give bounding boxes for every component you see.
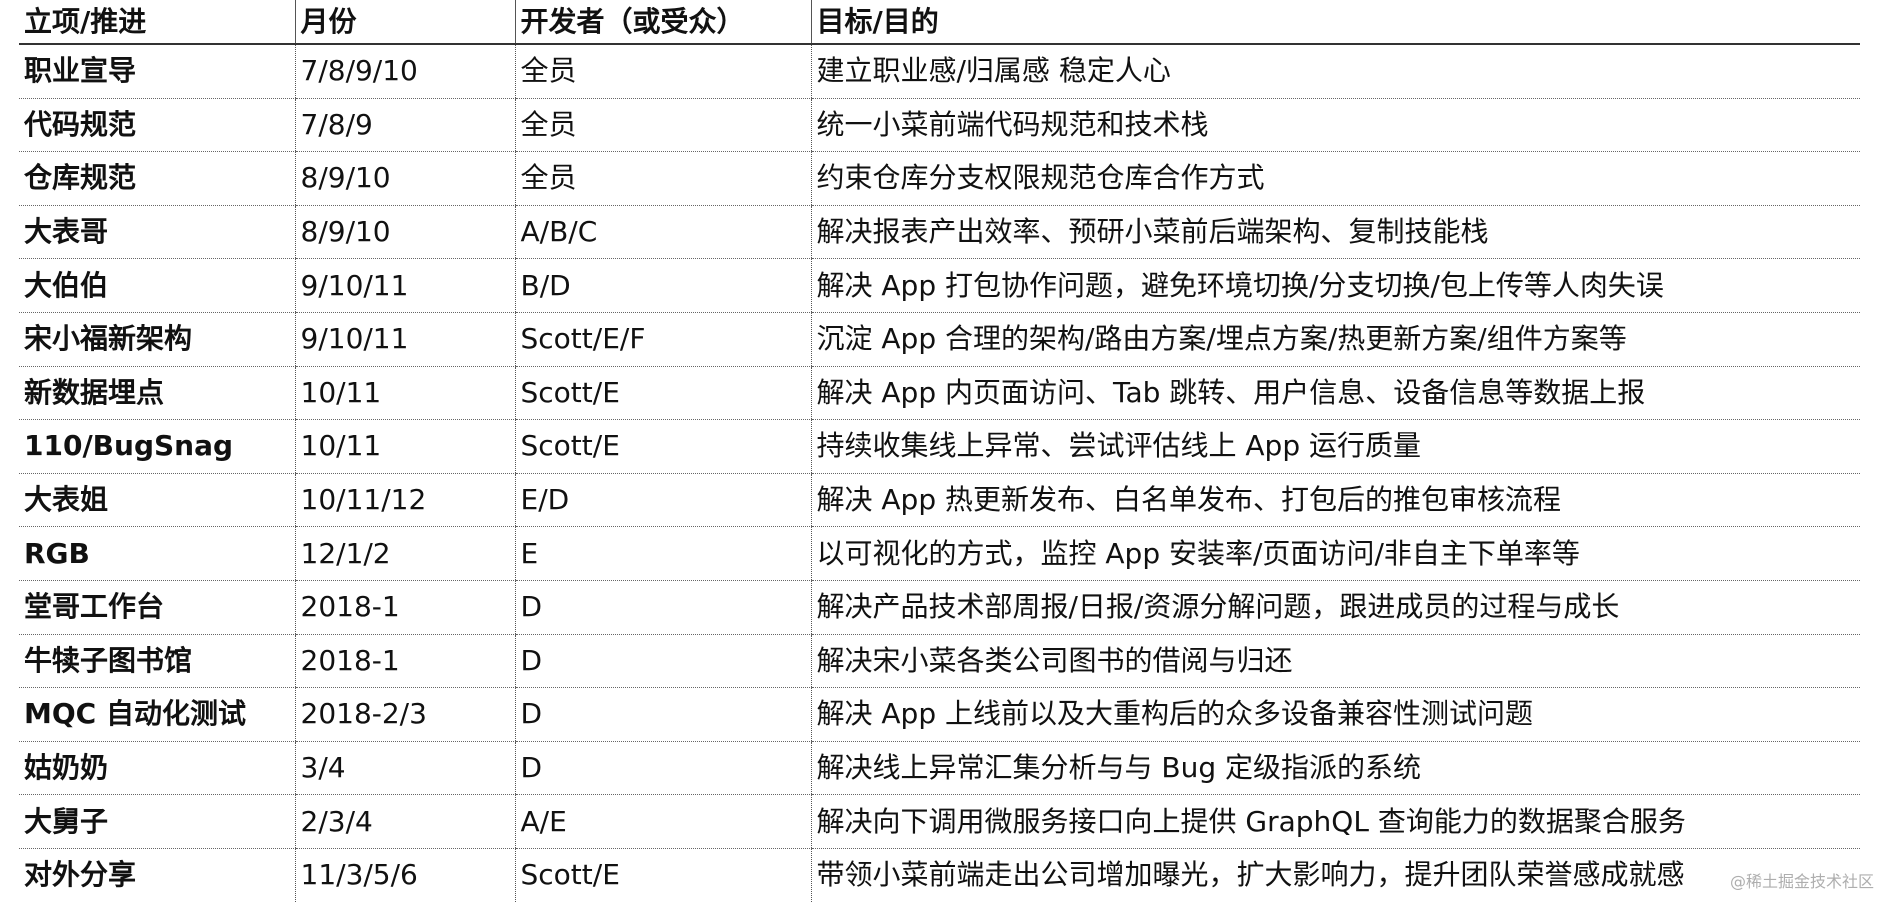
month-cell: 9/10/11 [294, 312, 515, 367]
project-cell: 大表姐 [19, 473, 295, 528]
goal-cell: 解决 App 内页面访问、Tab 跳转、用户信息、设备信息等数据上报 [810, 366, 1860, 421]
table-row: 职业宣导 7/8/9/10 全员 建立职业感/归属感 稳定人心 [19, 44, 1860, 99]
table-row: 新数据埋点 10/11 Scott/E 解决 App 内页面访问、Tab 跳转、用户信… [19, 366, 1860, 421]
project-cell: 宋小福新架构 [19, 312, 295, 367]
table-row: RGB 12/1/2 E 以可视化的方式，监控 App 安装率/页面访问/非自主下单率… [19, 526, 1860, 581]
developer-cell: Scott/E [514, 419, 811, 474]
month-cell: 10/11 [294, 419, 515, 474]
developer-cell: A/B/C [514, 205, 811, 260]
goal-cell: 持续收集线上异常、尝试评估线上 App 运行质量 [810, 419, 1860, 474]
goal-cell: 以可视化的方式，监控 App 安装率/页面访问/非自主下单率等 [810, 526, 1860, 581]
project-cell: RGB [19, 526, 295, 581]
project-cell: MQC 自动化测试 [19, 687, 295, 742]
table-row: 大表哥 8/9/10 A/B/C 解决报表产出效率、预研小菜前后端架构、复制技能栈 [19, 205, 1860, 260]
project-cell: 姑奶奶 [19, 741, 295, 796]
goal-cell: 解决宋小菜各类公司图书的借阅与归还 [810, 634, 1860, 689]
project-cell: 110/BugSnag [19, 419, 295, 474]
goal-cell: 解决 App 打包协作问题，避免环境切换/分支切换/包上传等人肉失误 [810, 258, 1860, 313]
goal-cell: 约束仓库分支权限规范仓库合作方式 [810, 151, 1860, 206]
table-row: 仓库规范 8/9/10 全员 约束仓库分支权限规范仓库合作方式 [19, 151, 1860, 206]
goal-cell: 带领小菜前端走出公司增加曝光，扩大影响力，提升团队荣誉感成就感 [810, 848, 1860, 902]
developer-cell: Scott/E [514, 366, 811, 421]
developer-cell: D [514, 634, 811, 689]
goal-cell: 解决线上异常汇集分析与与 Bug 定级指派的系统 [810, 741, 1860, 796]
month-cell: 3/4 [294, 741, 515, 796]
table-row: 堂哥工作台 2018-1 D 解决产品技术部周报/日报/资源分解问题，跟进成员的过程与… [19, 580, 1860, 635]
month-cell: 8/9/10 [294, 151, 515, 206]
table-row: 大伯伯 9/10/11 B/D 解决 App 打包协作问题，避免环境切换/分支切换/包… [19, 258, 1860, 313]
month-cell: 10/11/12 [294, 473, 515, 528]
watermark: @稀土掘金技术社区 [1729, 872, 1874, 891]
project-cell: 大表哥 [19, 205, 295, 260]
header-row: 立项/推进 月份 开发者（或受众） 目标/目的 [19, 0, 1860, 45]
month-cell: 7/8/9 [294, 98, 515, 153]
project-cell: 仓库规范 [19, 151, 295, 206]
project-cell: 新数据埋点 [19, 366, 295, 421]
table-row: 对外分享 11/3/5/6 Scott/E 带领小菜前端走出公司增加曝光，扩大影响力，… [19, 848, 1860, 902]
developer-cell: E/D [514, 473, 811, 528]
project-cell: 职业宣导 [19, 44, 295, 99]
developer-cell: D [514, 580, 811, 635]
project-cell: 大伯伯 [19, 258, 295, 313]
month-cell: 8/9/10 [294, 205, 515, 260]
table-row: 代码规范 7/8/9 全员 统一小菜前端代码规范和技术栈 [19, 98, 1860, 153]
goal-cell: 沉淀 App 合理的架构/路由方案/埋点方案/热更新方案/组件方案等 [810, 312, 1860, 367]
developer-cell: 全员 [514, 98, 811, 153]
project-cell: 堂哥工作台 [19, 580, 295, 635]
developer-cell: B/D [514, 258, 811, 313]
project-cell: 代码规范 [19, 98, 295, 153]
month-cell: 2018-1 [294, 634, 515, 689]
project-table: 立项/推进 月份 开发者（或受众） 目标/目的 职业宣导 7/8/9/10 全员 建立… [19, 0, 1860, 902]
month-cell: 7/8/9/10 [294, 44, 515, 99]
developer-cell: 全员 [514, 151, 811, 206]
header-goal: 目标/目的 [810, 0, 1860, 45]
table-row: 宋小福新架构 9/10/11 Scott/E/F 沉淀 App 合理的架构/路由方案/… [19, 312, 1860, 367]
goal-cell: 建立职业感/归属感 稳定人心 [810, 44, 1860, 99]
goal-cell: 解决报表产出效率、预研小菜前后端架构、复制技能栈 [810, 205, 1860, 260]
project-cell: 对外分享 [24, 858, 137, 892]
month-cell: 9/10/11 [294, 258, 515, 313]
project-cell: 牛犊子图书馆 [19, 634, 295, 689]
developer-cell: 全员 [514, 44, 811, 99]
goal-cell: 解决产品技术部周报/日报/资源分解问题，跟进成员的过程与成长 [810, 580, 1860, 635]
table-row: MQC 自动化测试 2018-2/3 D 解决 App 上线前以及大重构后的众多设备兼… [19, 687, 1860, 742]
goal-cell: 统一小菜前端代码规范和技术栈 [810, 98, 1860, 153]
table-row: 大表姐 10/11/12 E/D 解决 App 热更新发布、白名单发布、打包后的推包审… [19, 473, 1860, 528]
developer-cell: Scott/E [514, 848, 811, 902]
table-row: 牛犊子图书馆 2018-1 D 解决宋小菜各类公司图书的借阅与归还 [19, 634, 1860, 689]
project-cell: 大舅子 [19, 794, 295, 849]
month-cell: 2/3/4 [294, 794, 515, 849]
developer-cell: D [514, 687, 811, 742]
month-cell: 2018-1 [294, 580, 515, 635]
month-cell: 2018-2/3 [294, 687, 515, 742]
month-cell: 11/3/5/6 [294, 848, 515, 902]
table-row: 大舅子 2/3/4 A/E 解决向下调用微服务接口向上提供 GraphQL 查询能力的… [19, 794, 1860, 849]
developer-cell: Scott/E/F [514, 312, 811, 367]
goal-cell: 解决 App 上线前以及大重构后的众多设备兼容性测试问题 [810, 687, 1860, 742]
goal-cell: 解决向下调用微服务接口向上提供 GraphQL 查询能力的数据聚合服务 [810, 794, 1860, 849]
header-project: 立项/推进 [19, 0, 295, 45]
table-row: 110/BugSnag 10/11 Scott/E 持续收集线上异常、尝试评估线上 A… [19, 419, 1860, 474]
developer-cell: E [514, 526, 811, 581]
developer-cell: A/E [514, 794, 811, 849]
month-cell: 10/11 [294, 366, 515, 421]
goal-cell: 解决 App 热更新发布、白名单发布、打包后的推包审核流程 [810, 473, 1860, 528]
header-month: 月份 [294, 0, 515, 45]
developer-cell: D [514, 741, 811, 796]
header-developer: 开发者（或受众） [514, 0, 811, 45]
table-row: 姑奶奶 3/4 D 解决线上异常汇集分析与与 Bug 定级指派的系统 [19, 741, 1860, 796]
month-cell: 12/1/2 [294, 526, 515, 581]
